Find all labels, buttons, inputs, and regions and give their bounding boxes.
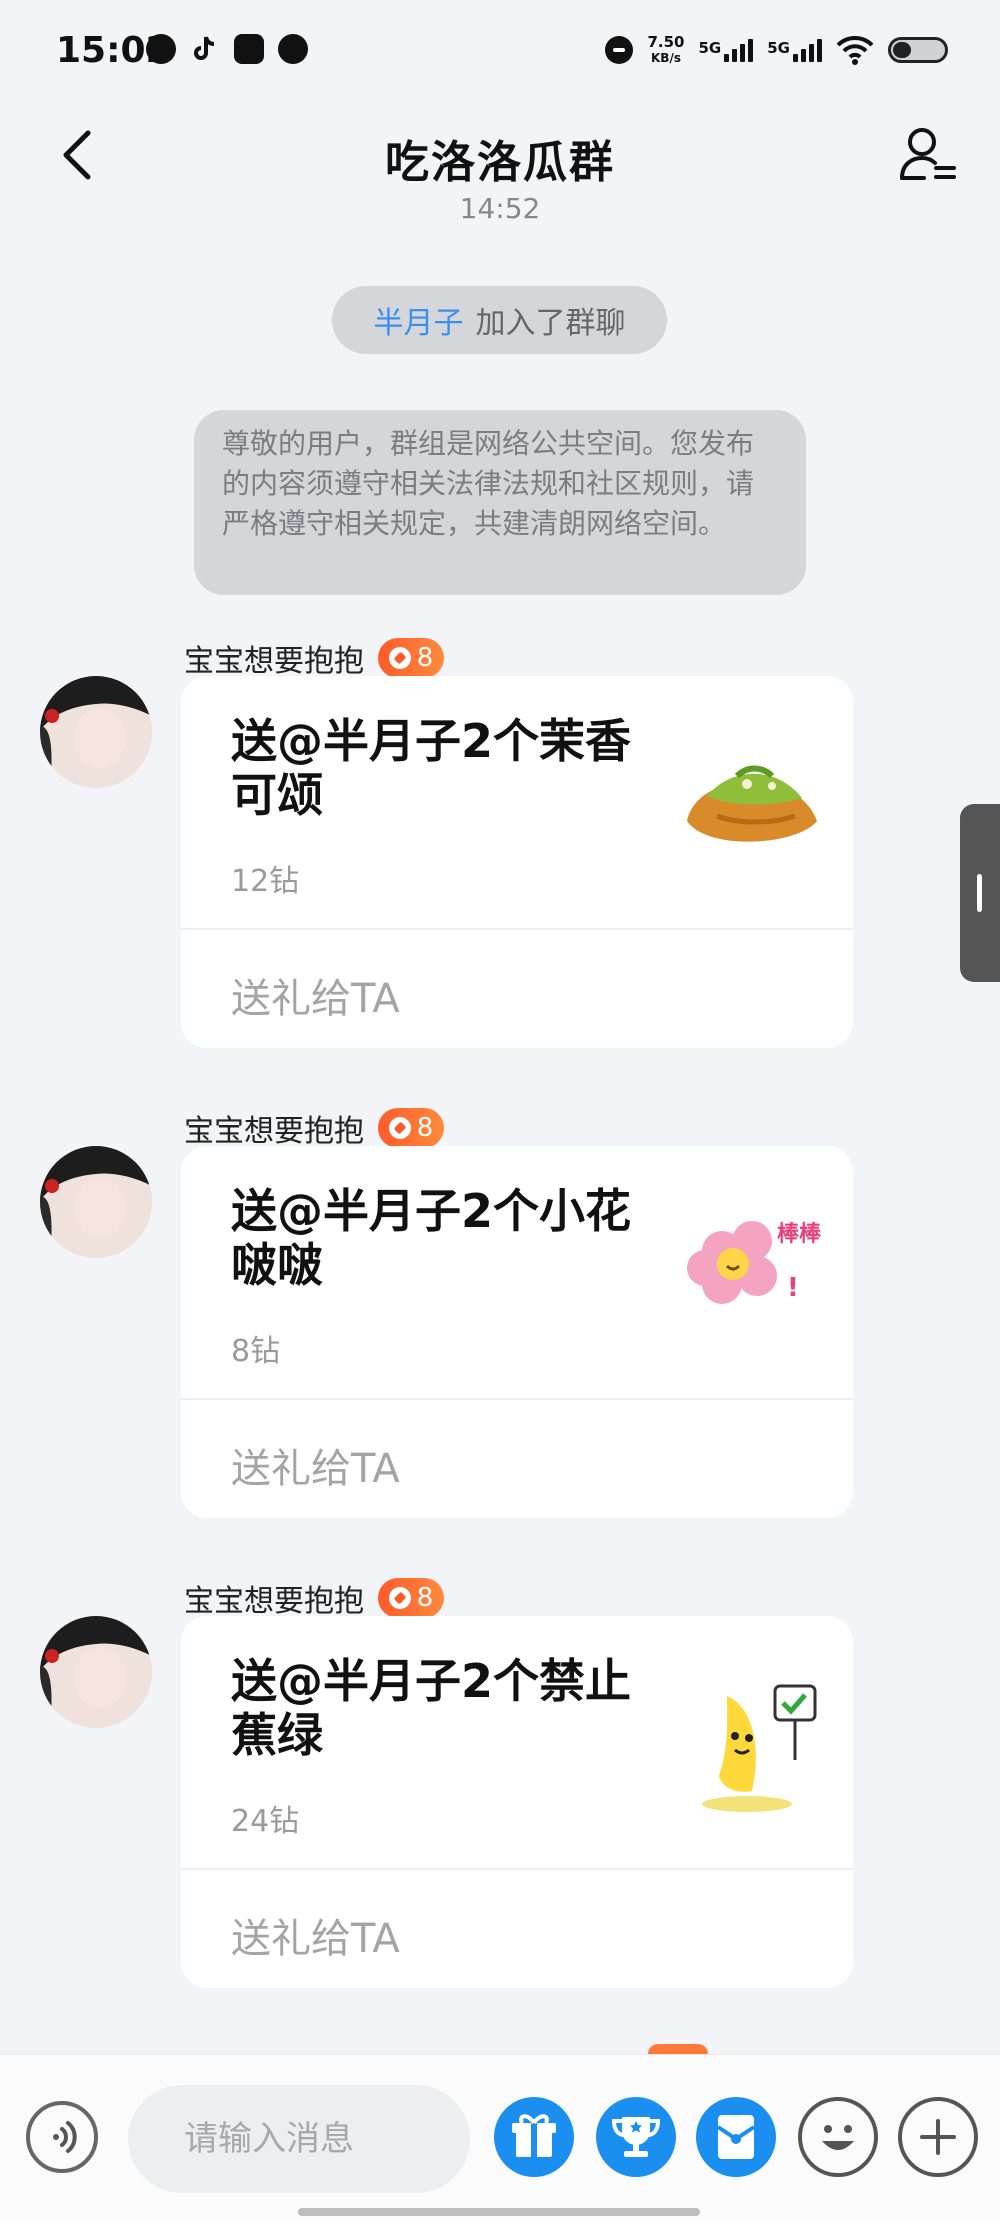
- gift-description: 送@半月子2个禁止蕉绿: [231, 1654, 632, 1762]
- app-notification-icon: [234, 34, 264, 64]
- gift-sticker-text: 棒棒: [777, 1222, 822, 1247]
- emoji-button[interactable]: [798, 2097, 878, 2177]
- svg-text:!: !: [787, 1273, 799, 1303]
- croissant-gift-icon: [687, 765, 817, 842]
- sender-name[interactable]: 宝宝想要抱抱: [184, 1576, 364, 1620]
- sender-name[interactable]: 宝宝想要抱抱: [184, 1106, 364, 1150]
- user-list-icon: [900, 128, 956, 180]
- gift-icon: [512, 2114, 556, 2157]
- tiktok-notification-icon: [190, 34, 220, 64]
- red-packet-button[interactable]: [696, 2097, 776, 2177]
- level-diamond-icon: [388, 647, 411, 669]
- join-notice-text: 加入了群聊: [475, 306, 626, 341]
- joined-user-link[interactable]: 半月子: [374, 298, 464, 342]
- card-divider: [181, 1868, 853, 1870]
- system-notice: 尊敬的用户，群组是网络公共空间。您发布的内容须遵守相关法律法规和社区规则，请严格…: [194, 410, 806, 595]
- group-title: 吃洛洛瓜群: [385, 137, 615, 188]
- network-speed: 7.50 KB/s: [647, 34, 684, 66]
- voice-button[interactable]: [26, 2101, 98, 2173]
- send-gift-link[interactable]: 送礼给TA: [231, 1906, 400, 1964]
- signal-sim1-icon: 5G: [698, 38, 754, 62]
- sim2-label: 5G: [767, 38, 790, 57]
- level-diamond-icon: [388, 1117, 411, 1139]
- card-divider: [181, 928, 853, 930]
- red-packet-icon: [716, 2115, 756, 2159]
- side-drawer-handle[interactable]: [960, 804, 1000, 982]
- gift-price: 24钻: [231, 1804, 300, 1839]
- battery-icon: [888, 37, 948, 63]
- card-divider: [181, 1398, 853, 1400]
- level-badge: 8: [378, 638, 444, 678]
- sender-avatar[interactable]: [40, 1146, 152, 1258]
- status-bar: 15:02 7.50 KB/s 5G 5G: [0, 0, 1000, 100]
- level-badge: 8: [378, 1578, 444, 1618]
- network-speed-unit: KB/s: [651, 51, 681, 65]
- trophy-button[interactable]: [596, 2097, 676, 2177]
- sender-avatar[interactable]: [40, 1616, 152, 1728]
- level-badge: 8: [378, 1108, 444, 1148]
- sim1-label: 5G: [698, 38, 722, 57]
- wechat-notification-icon-2: [278, 34, 308, 64]
- trophy-icon: [611, 2117, 661, 2157]
- level-value: 8: [416, 1583, 434, 1613]
- status-icons: 7.50 KB/s 5G 5G: [605, 30, 948, 70]
- gift-card[interactable]: 送@半月子2个茉香可颂 12钻 送礼给TA: [181, 676, 853, 1048]
- plus-icon: [920, 2119, 956, 2155]
- gift-description: 送@半月子2个小花啵啵: [231, 1184, 632, 1292]
- level-value: 8: [416, 1113, 434, 1143]
- emoji-icon: [822, 2125, 854, 2150]
- group-members-button[interactable]: [896, 122, 960, 186]
- send-gift-link[interactable]: 送礼给TA: [231, 966, 400, 1024]
- voice-icon: [53, 2121, 77, 2153]
- gift-price: 8钻: [231, 1334, 281, 1369]
- gift-card[interactable]: 送@半月子2个禁止蕉绿 24钻 送礼给TA: [181, 1616, 853, 1988]
- do-not-disturb-icon: [605, 36, 634, 64]
- sender-row: 宝宝想要抱抱 8: [184, 1576, 444, 1620]
- more-button[interactable]: [898, 2097, 978, 2177]
- sender-row: 宝宝想要抱抱 8: [184, 1106, 444, 1150]
- message-timestamp: 14:52: [459, 192, 541, 225]
- level-value: 8: [416, 643, 434, 673]
- wechat-notification-icon: [146, 34, 176, 64]
- flower-gift-icon: 棒棒 !: [687, 1221, 822, 1304]
- sender-row: 宝宝想要抱抱 8: [184, 636, 444, 680]
- message-input-bar: [0, 2054, 1000, 2223]
- sender-avatar[interactable]: [40, 676, 152, 788]
- gift-button[interactable]: [494, 2097, 574, 2177]
- banana-gift-icon: [702, 1684, 817, 1812]
- wifi-icon: [836, 35, 874, 65]
- gift-card[interactable]: 送@半月子2个小花啵啵 8钻 棒棒 ! 送礼给TA: [181, 1146, 853, 1518]
- gift-price: 12钻: [231, 864, 300, 899]
- gift-description: 送@半月子2个茉香可颂: [231, 714, 632, 822]
- network-speed-value: 7.50: [647, 33, 685, 51]
- signal-sim2-icon: 5G: [767, 38, 822, 62]
- sender-name[interactable]: 宝宝想要抱抱: [184, 636, 364, 680]
- home-indicator[interactable]: [298, 2208, 700, 2216]
- level-diamond-icon: [388, 1587, 411, 1609]
- send-gift-link[interactable]: 送礼给TA: [231, 1436, 400, 1494]
- message-input[interactable]: [128, 2085, 470, 2193]
- join-notice: 半月子 加入了群聊: [332, 286, 667, 354]
